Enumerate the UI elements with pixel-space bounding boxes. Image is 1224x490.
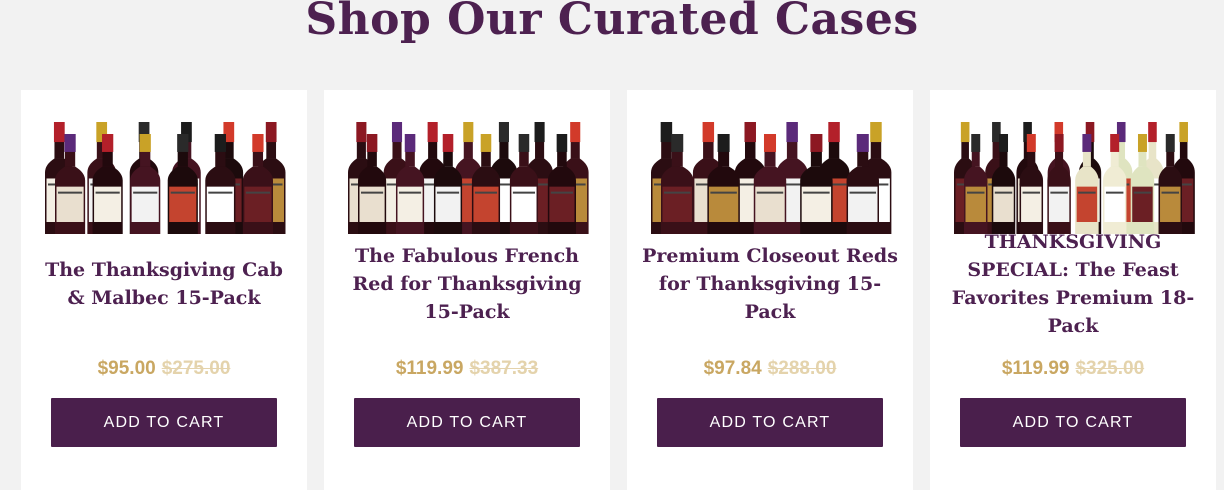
wine-bottle (753, 134, 787, 234)
add-to-cart-button[interactable]: ADD TO CART (657, 398, 883, 447)
sale-price: $97.84 (703, 358, 762, 379)
wine-bottle (433, 134, 463, 234)
wine-bottle (1075, 134, 1099, 234)
wine-bottle (130, 134, 161, 234)
product-title[interactable]: The Fabulous French Red for Thanksgiving… (338, 242, 596, 326)
wine-bottles-image (348, 122, 589, 234)
product-image[interactable] (950, 114, 1196, 236)
wine-bottles-image (45, 122, 286, 234)
original-price: $288.00 (767, 358, 837, 379)
price-row: $119.99 $325.00 (930, 358, 1216, 380)
product-card: Premium Closeout Reds for Thanksgiving 1… (627, 90, 913, 490)
product-image[interactable] (41, 114, 287, 236)
product-image[interactable] (344, 114, 590, 236)
product-card: The Thanksgiving Cab & Malbec 15-Pack $9… (21, 90, 307, 490)
wine-bottle (1019, 134, 1044, 234)
sale-price: $119.99 (395, 358, 464, 379)
product-title[interactable]: The Thanksgiving Cab & Malbec 15-Pack (35, 256, 293, 312)
product-title[interactable]: THANKSGIVING SPECIAL: The Feast Favorite… (944, 228, 1202, 340)
add-to-cart-button[interactable]: ADD TO CART (51, 398, 277, 447)
original-price: $387.33 (469, 358, 539, 379)
price-row: $119.99 $387.33 (324, 358, 610, 380)
wine-bottle (1158, 134, 1182, 234)
wine-bottle (167, 134, 198, 234)
product-image[interactable] (647, 114, 893, 236)
wine-bottle (509, 134, 539, 234)
wine-bottle (800, 134, 833, 234)
product-title[interactable]: Premium Closeout Reds for Thanksgiving 1… (641, 242, 899, 326)
wine-bottle (1047, 134, 1071, 234)
product-card: THANKSGIVING SPECIAL: The Feast Favorite… (930, 90, 1216, 490)
price-row: $97.84 $288.00 (627, 358, 913, 380)
sale-price: $95.00 (97, 358, 156, 379)
section-title: Shop Our Curated Cases (305, 0, 919, 45)
price-row: $95.00 $275.00 (21, 358, 307, 380)
product-card: The Fabulous French Red for Thanksgiving… (324, 90, 610, 490)
original-price: $325.00 (1075, 358, 1145, 379)
sale-price: $119.99 (1001, 358, 1070, 379)
original-price: $275.00 (161, 358, 231, 379)
add-to-cart-button[interactable]: ADD TO CART (960, 398, 1186, 447)
add-to-cart-button[interactable]: ADD TO CART (354, 398, 580, 447)
wine-bottle (471, 134, 501, 234)
wine-bottles-image (651, 122, 892, 234)
wine-bottles-image (954, 122, 1195, 234)
